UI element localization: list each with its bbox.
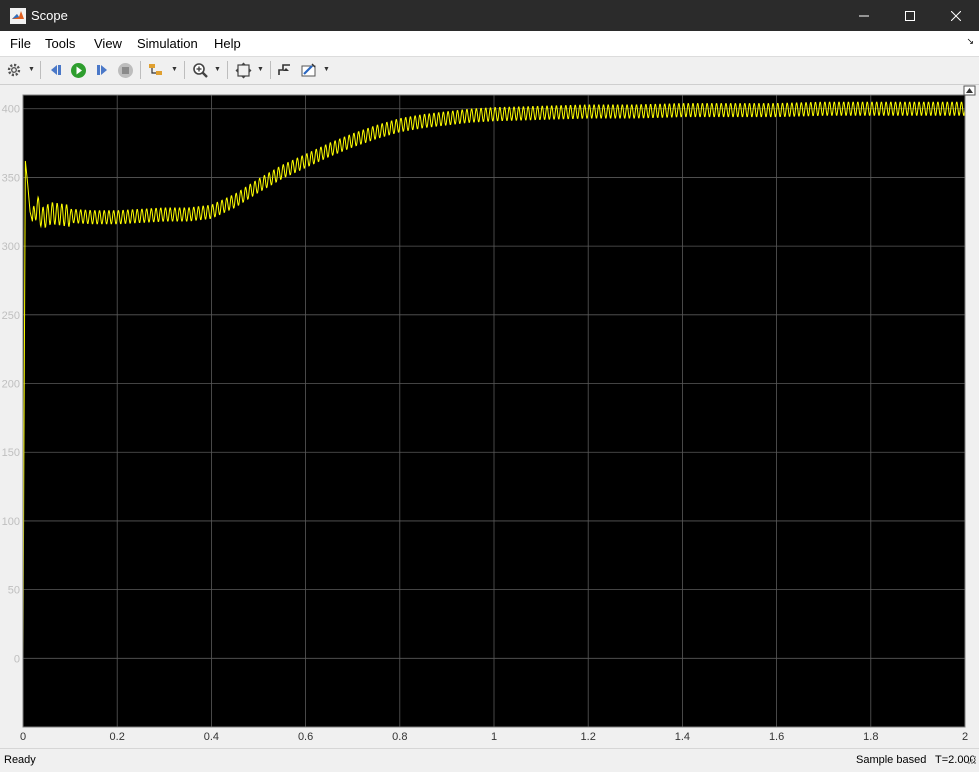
resize-grip-icon[interactable]: [963, 753, 977, 767]
y-tick-label: 350: [2, 172, 20, 184]
restore-axes-icon[interactable]: [963, 85, 976, 96]
step-back-icon: [51, 65, 61, 75]
menu-simulation[interactable]: Simulation: [137, 36, 198, 51]
x-tick-label: 0.4: [204, 731, 219, 743]
menu-tools[interactable]: Tools: [45, 36, 75, 51]
y-tick-label: 250: [2, 310, 20, 322]
fit-to-view-button[interactable]: [233, 60, 253, 80]
stop-button[interactable]: [115, 60, 135, 80]
toolbar-separator: [40, 61, 41, 79]
toolbar-separator: [140, 61, 141, 79]
configuration-properties-button[interactable]: [4, 60, 24, 80]
matlab-logo-icon: [10, 8, 26, 24]
step-back-button[interactable]: [46, 60, 66, 80]
run-button[interactable]: [68, 60, 88, 80]
x-tick-label: 1: [491, 731, 497, 743]
undock-arrow-icon[interactable]: ↘: [966, 36, 974, 47]
y-tick-label: 200: [2, 379, 20, 391]
menu-view[interactable]: View: [94, 36, 122, 51]
window-title: Scope: [31, 8, 68, 23]
chevron-down-icon[interactable]: ▼: [28, 66, 35, 73]
menu-help[interactable]: Help: [214, 36, 241, 51]
status-text: Ready: [4, 754, 36, 766]
highlight-simulink-block-button[interactable]: [146, 60, 166, 80]
cursor-measurements-button[interactable]: [298, 60, 318, 80]
y-tick-label: 400: [2, 104, 20, 116]
x-tick-label: 0: [20, 731, 26, 743]
sample-mode-text: Sample based: [856, 754, 927, 766]
highlight-block-icon: [149, 64, 162, 75]
toolbar-separator: [184, 61, 185, 79]
menu-bar: File Tools View Simulation Help ↘: [0, 31, 979, 57]
triggers-button[interactable]: [275, 60, 295, 80]
chevron-down-icon[interactable]: ▼: [214, 66, 221, 73]
scope-chart[interactable]: 0 0.2 0.4 0.6 0.8 1 1.2 1.4 1.6 1.8 2 0 50 100 150 200 2…: [0, 85, 979, 747]
toolbar: ▼ ▼ ▼ ▼ ▼: [0, 57, 979, 85]
x-tick-label: 0.6: [298, 731, 313, 743]
y-tick-label: 50: [8, 585, 20, 597]
title-bar: Scope: [0, 0, 979, 31]
close-icon: [951, 10, 961, 21]
stop-icon: [117, 62, 133, 78]
triggers-icon: [278, 64, 290, 75]
step-forward-icon: [97, 65, 107, 75]
y-tick-label: 100: [2, 516, 20, 528]
scope-display[interactable]: 0 0.2 0.4 0.6 0.8 1 1.2 1.4 1.6 1.8 2 0 50 100 150 200 2…: [0, 85, 979, 747]
x-tick-label: 1.4: [675, 731, 690, 743]
gear-icon: [7, 63, 21, 77]
x-tick-label: 0.8: [392, 731, 407, 743]
toolbar-separator: [227, 61, 228, 79]
maximize-icon: [905, 10, 915, 21]
zoom-in-icon: [192, 62, 208, 78]
chevron-down-icon[interactable]: ▼: [257, 66, 264, 73]
x-tick-label: 0.2: [110, 731, 125, 743]
maximize-button[interactable]: [887, 0, 933, 31]
y-tick-label: 0: [14, 653, 20, 665]
chevron-down-icon[interactable]: ▼: [323, 66, 330, 73]
y-tick-label: 300: [2, 241, 20, 253]
menu-file[interactable]: File: [10, 36, 31, 51]
cursor-measurements-icon: [301, 63, 315, 76]
toolbar-separator: [270, 61, 271, 79]
fit-to-view-icon: [235, 62, 251, 78]
y-tick-label: 150: [2, 447, 20, 459]
status-bar: Ready Sample based T=2.000: [0, 748, 979, 772]
zoom-in-button[interactable]: [190, 60, 210, 80]
minimize-icon: [859, 15, 869, 16]
x-tick-label: 2: [962, 731, 968, 743]
x-tick-label: 1.2: [581, 731, 596, 743]
step-forward-button[interactable]: [92, 60, 112, 80]
x-tick-label: 1.8: [863, 731, 878, 743]
close-button[interactable]: [933, 0, 979, 31]
run-icon: [70, 62, 86, 78]
minimize-button[interactable]: [841, 0, 887, 31]
x-tick-label: 1.6: [769, 731, 784, 743]
chevron-down-icon[interactable]: ▼: [171, 66, 178, 73]
